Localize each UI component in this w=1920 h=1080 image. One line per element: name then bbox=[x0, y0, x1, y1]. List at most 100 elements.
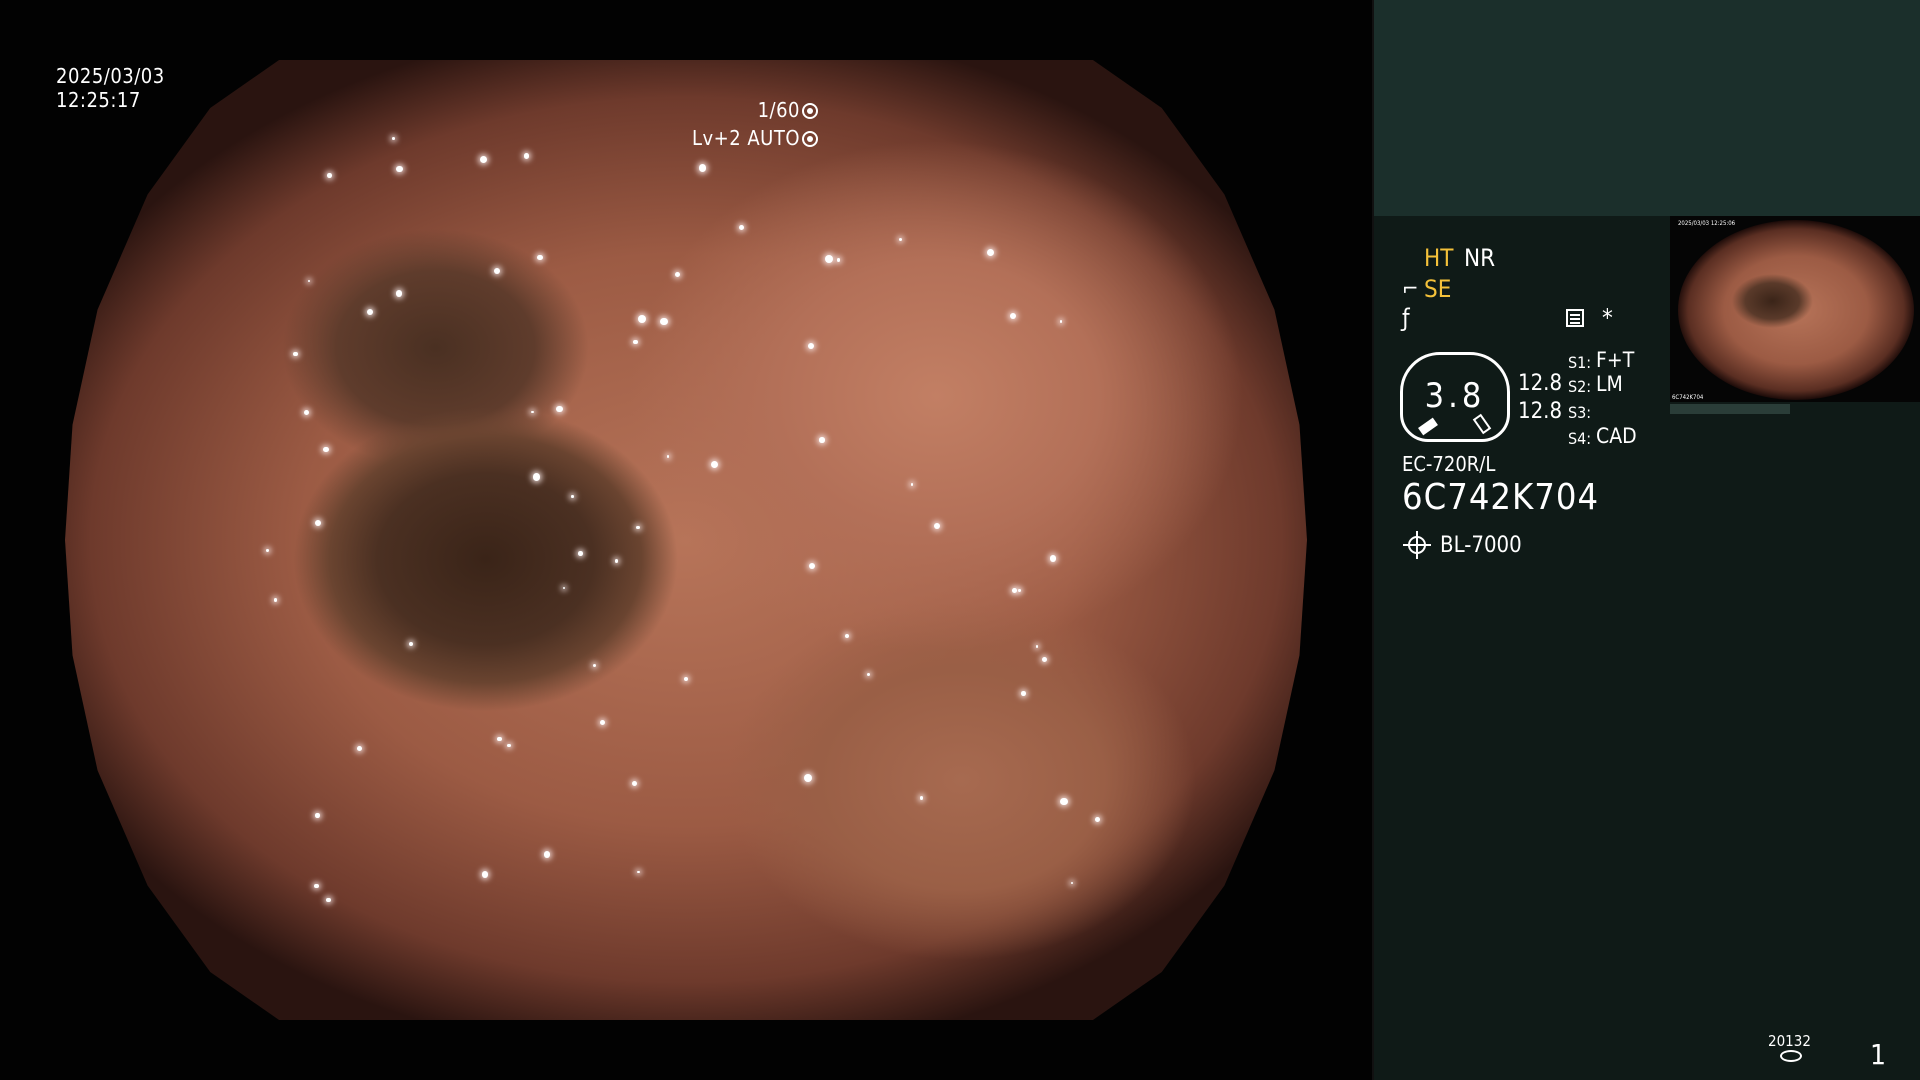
specular-glint bbox=[1018, 589, 1021, 592]
asterisk-icon: * bbox=[1602, 304, 1613, 332]
specular-glint bbox=[523, 153, 529, 159]
specular-glint bbox=[919, 796, 924, 800]
storage-disk-icon bbox=[1780, 1050, 1802, 1062]
scope-model: EC-720R/L bbox=[1402, 452, 1496, 476]
specular-glint bbox=[637, 870, 640, 874]
specular-glint bbox=[315, 813, 320, 818]
specular-glint bbox=[592, 663, 596, 667]
switch-4-label: S4: bbox=[1568, 429, 1592, 448]
exposure-readout: Lv+2 AUTO bbox=[692, 126, 818, 150]
thumbnail-serial: 6C742K704 bbox=[1672, 394, 1704, 401]
specular-glint bbox=[266, 549, 269, 552]
specular-glint bbox=[698, 163, 707, 172]
specular-glint bbox=[638, 315, 647, 324]
switch-3-label: S3: bbox=[1568, 403, 1592, 422]
f-hook-icon: ƒ bbox=[1402, 304, 1410, 332]
specular-glint bbox=[366, 308, 373, 315]
specular-glint bbox=[571, 495, 574, 498]
time-text: 12:25:17 bbox=[56, 88, 141, 112]
date-text: 2025/03/03 bbox=[56, 64, 165, 88]
specular-glint bbox=[273, 597, 278, 602]
specular-glint bbox=[313, 883, 319, 889]
thumbnail[interactable]: 2025/03/03 12:25:06 6C742K704 bbox=[1670, 216, 1920, 402]
endoscope-view: 2025/03/03 12:25:17 1/60 Lv+2 AUTO bbox=[0, 0, 1372, 1080]
specular-glint bbox=[1049, 555, 1057, 563]
page-number: 1 bbox=[1870, 1038, 1887, 1071]
specular-glint bbox=[808, 562, 816, 570]
specular-glint bbox=[844, 633, 850, 639]
thumbnail-image bbox=[1678, 220, 1914, 400]
specular-glint bbox=[293, 351, 299, 357]
specular-highlights bbox=[65, 60, 1307, 1020]
thumbnail-date: 2025/03/03 12:25:06 bbox=[1678, 220, 1736, 227]
specular-glint bbox=[825, 255, 834, 264]
specular-glint bbox=[537, 254, 543, 261]
readout-value-2: 12.8 bbox=[1518, 399, 1563, 424]
timestamp: 2025/03/03 12:25:17 bbox=[56, 64, 165, 112]
scope-bend-icon: ⌐ bbox=[1402, 277, 1419, 302]
specular-glint bbox=[1035, 645, 1039, 648]
specular-glint bbox=[807, 342, 815, 349]
specular-glint bbox=[632, 780, 638, 786]
specular-glint bbox=[1070, 881, 1074, 884]
light-source-model: BL-7000 bbox=[1440, 533, 1522, 558]
specular-glint bbox=[507, 743, 511, 748]
specular-glint bbox=[493, 267, 500, 274]
info-panel: HT NR ⌐ SE ƒ * 3.8 12.8 12.8 S1: F+T S2:… bbox=[1372, 0, 1920, 1080]
switch-2-value: LM bbox=[1596, 372, 1623, 396]
specular-glint bbox=[326, 173, 332, 179]
shutter-icon bbox=[802, 103, 818, 119]
specular-glint bbox=[683, 676, 689, 682]
se-indicator: SE bbox=[1424, 275, 1452, 303]
zoom-value: 3.8 bbox=[1424, 376, 1486, 416]
zoom-gauge: 3.8 bbox=[1400, 352, 1510, 442]
specular-glint bbox=[408, 641, 414, 647]
specular-glint bbox=[933, 522, 940, 529]
specular-glint bbox=[556, 405, 563, 413]
specular-glint bbox=[1012, 587, 1018, 593]
specular-glint bbox=[563, 586, 566, 589]
shutter-text: 1/60 bbox=[757, 98, 800, 122]
specular-glint bbox=[543, 851, 551, 858]
specular-glint bbox=[986, 248, 994, 256]
specular-glint bbox=[303, 409, 309, 415]
specular-glint bbox=[392, 137, 395, 141]
specular-glint bbox=[578, 551, 583, 557]
scope-serial: 6C742K704 bbox=[1402, 477, 1600, 518]
specular-glint bbox=[357, 745, 363, 751]
specular-glint bbox=[497, 736, 502, 742]
endoscopy-display: 2025/03/03 12:25:17 1/60 Lv+2 AUTO HT NR… bbox=[0, 0, 1920, 1080]
specular-glint bbox=[819, 437, 825, 443]
specular-glint bbox=[531, 411, 534, 414]
specular-glint bbox=[867, 672, 871, 676]
specular-glint bbox=[326, 897, 331, 903]
specular-glint bbox=[479, 155, 487, 163]
gauge-marker-icon bbox=[1472, 413, 1492, 435]
shutter-readout: 1/60 bbox=[758, 98, 818, 122]
specular-glint bbox=[307, 279, 311, 283]
specular-glint bbox=[1060, 797, 1068, 806]
switch-4-value: CAD bbox=[1596, 424, 1637, 448]
nr-indicator: NR bbox=[1464, 244, 1496, 272]
specular-glint bbox=[599, 719, 606, 726]
specular-glint bbox=[481, 871, 488, 878]
image-counter: 20132 bbox=[1768, 1032, 1811, 1050]
switch-1-value: F+T bbox=[1596, 348, 1635, 372]
specular-glint bbox=[1009, 313, 1016, 320]
ht-indicator: HT bbox=[1424, 244, 1454, 272]
endoscopic-image bbox=[65, 60, 1307, 1020]
iris-icon bbox=[802, 131, 818, 147]
specular-glint bbox=[615, 559, 619, 563]
specular-glint bbox=[532, 473, 541, 482]
specular-glint bbox=[395, 290, 402, 297]
specular-glint bbox=[910, 483, 913, 486]
specular-glint bbox=[1059, 320, 1063, 323]
light-source-icon bbox=[1403, 531, 1431, 559]
exposure-text: Lv+2 AUTO bbox=[691, 126, 800, 150]
specular-glint bbox=[666, 455, 670, 458]
switch-2-label: S2: bbox=[1568, 377, 1592, 396]
thumbnail-bar bbox=[1670, 404, 1790, 414]
specular-glint bbox=[636, 525, 640, 530]
gauge-needle-icon bbox=[1418, 417, 1438, 436]
specular-glint bbox=[660, 318, 668, 326]
